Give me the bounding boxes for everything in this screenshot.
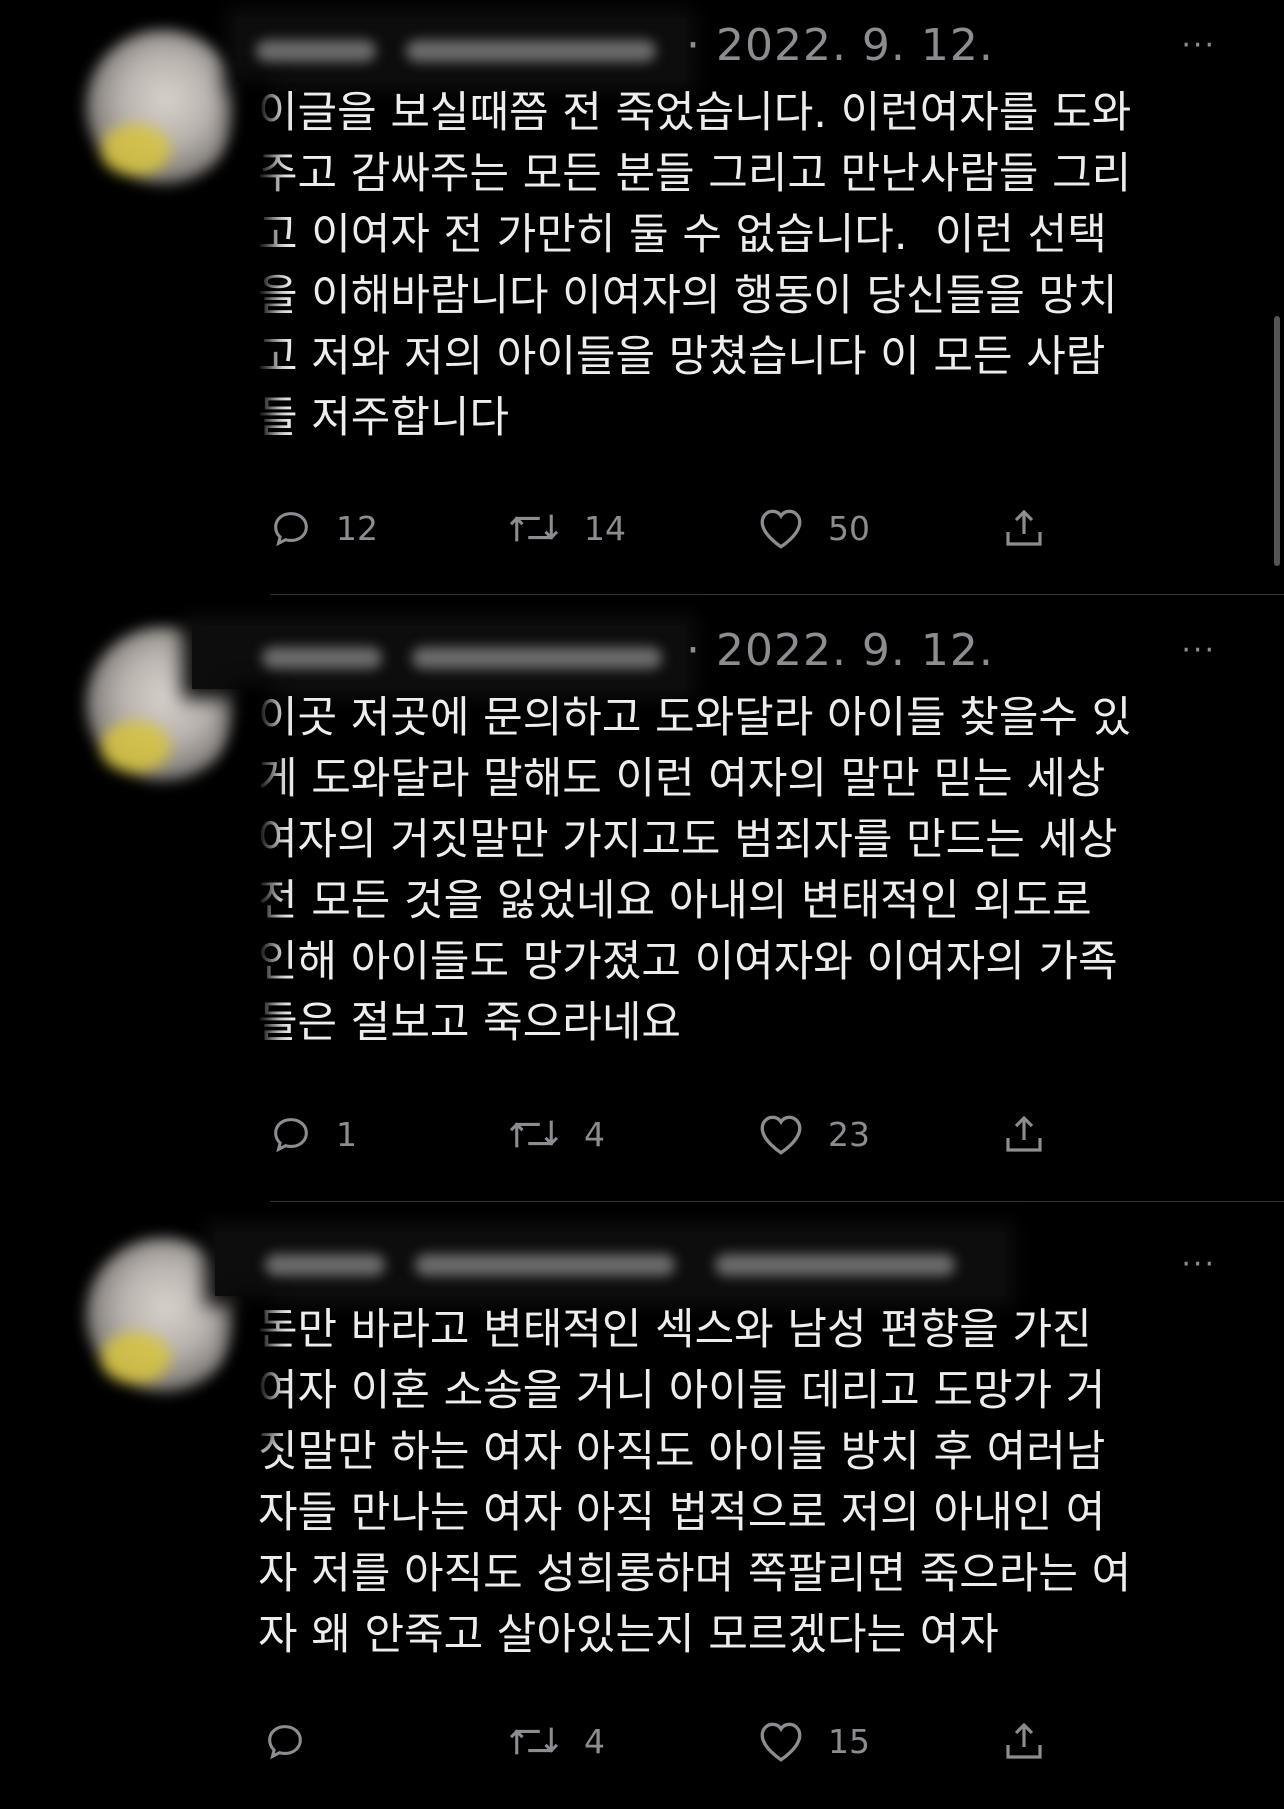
share-icon (1006, 1722, 1042, 1759)
author-name-blurred[interactable] (236, 18, 686, 82)
share-button[interactable] (1000, 498, 1048, 558)
reply-count: 1 (336, 1114, 357, 1154)
tweet-actions: 12 14 50 (258, 498, 1158, 558)
tweet-text: 돈만 바라고 변태적인 섹스와 남성 편향을 가진 여자 이혼 소송을 거니 아… (258, 1305, 1132, 1660)
like-button[interactable]: 50 (756, 498, 870, 558)
reply-button[interactable] (262, 1711, 330, 1771)
retweet-button[interactable]: 4 (506, 1711, 605, 1771)
tweet-text: 이곳 저곳에 문의하고 도와달라 아이들 찾을수 있 게 도와달라 말해도 이런… (258, 693, 1132, 1048)
avatar[interactable] (86, 30, 240, 184)
reply-icon (274, 1118, 308, 1153)
author-name-blurred[interactable] (192, 625, 686, 689)
heart-icon (760, 1722, 802, 1762)
more-icon[interactable]: ··· (1181, 633, 1216, 668)
more-icon[interactable]: ··· (1181, 28, 1216, 63)
reply-button[interactable]: 1 (268, 1104, 357, 1164)
like-count: 50 (828, 508, 870, 548)
reply-icon (268, 1725, 302, 1760)
reply-icon (274, 512, 308, 547)
tweet-text: 이글을 보실때쯤 전 죽었습니다. 이런여자를 도와 주고 감싸주는 모든 분들… (258, 88, 1132, 443)
share-icon (1006, 1115, 1042, 1152)
reply-count: 12 (336, 508, 378, 548)
like-count: 23 (828, 1114, 870, 1154)
tweet[interactable]: · 2022. 9. 12. ··· 이글을 보실때쯤 전 죽었습니다. 이런여… (0, 0, 1284, 595)
heart-icon (760, 509, 802, 549)
retweet-count: 4 (584, 1721, 605, 1761)
heart-icon (760, 1115, 802, 1155)
tweet-date[interactable]: · 2022. 9. 12. (686, 625, 994, 676)
like-count: 15 (828, 1721, 870, 1761)
retweet-count: 14 (584, 508, 626, 548)
like-button[interactable]: 23 (756, 1104, 870, 1164)
retweet-button[interactable]: 4 (506, 1104, 605, 1164)
retweet-icon (509, 1120, 559, 1148)
share-button[interactable] (1000, 1711, 1048, 1771)
tweet-date[interactable]: · 2022. 9. 12. (686, 20, 994, 71)
share-icon (1006, 509, 1042, 546)
text-edge-mask (232, 685, 272, 1075)
retweet-button[interactable]: 14 (506, 498, 626, 558)
like-button[interactable]: 15 (756, 1711, 870, 1771)
text-edge-mask (232, 80, 272, 470)
text-edge-mask (232, 1297, 272, 1447)
retweet-count: 4 (584, 1114, 605, 1154)
more-icon[interactable]: ··· (1181, 1247, 1216, 1282)
reply-button[interactable]: 12 (268, 498, 378, 558)
tweet-actions: 1 4 23 (258, 1104, 1158, 1164)
retweet-icon (509, 514, 559, 542)
tweet[interactable]: ··· 돈만 바라고 변태적인 섹스와 남성 편향을 가진 여자 이혼 소송을 … (0, 1202, 1284, 1809)
author-name-blurred[interactable] (215, 1232, 1005, 1296)
tweet[interactable]: · 2022. 9. 12. ··· 이곳 저곳에 문의하고 도와달라 아이들 … (0, 595, 1284, 1201)
tweet-actions: 4 15 (258, 1711, 1158, 1771)
share-button[interactable] (1000, 1104, 1048, 1164)
retweet-icon (509, 1727, 559, 1755)
